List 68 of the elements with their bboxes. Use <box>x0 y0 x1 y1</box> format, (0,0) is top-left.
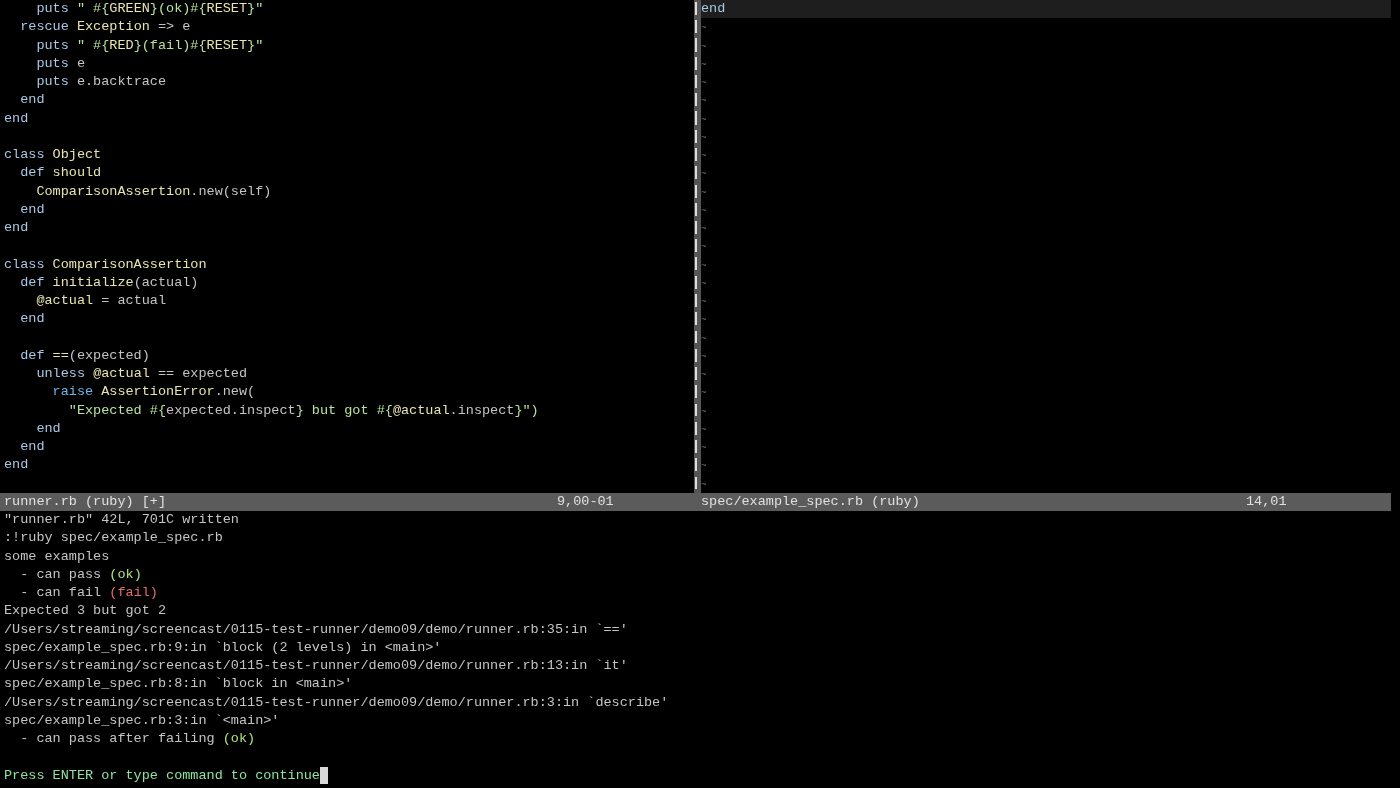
empty-line-marker: ~ <box>701 443 707 453</box>
empty-line-marker: ~ <box>701 132 707 143</box>
code-line: end <box>4 110 29 126</box>
code-line: end <box>19 439 45 454</box>
code-line: puts e <box>35 55 86 71</box>
status-filename: spec/example_spec.rb (ruby) <box>701 492 921 511</box>
code-line: "Expected #{expected.inspect} but got #{@actual.inspect}") <box>67 402 539 418</box>
empty-line-marker: ~ <box>701 315 707 326</box>
code-line: puts e.backtrace <box>35 74 167 89</box>
code-line: puts " #{GREEN}(ok)#{RESET}" <box>35 1 264 16</box>
code-line: raise AssertionError.new( <box>51 384 256 400</box>
empty-line-marker: ~ <box>701 333 707 344</box>
code-line: def ==(expected) <box>19 347 150 363</box>
empty-line-marker: ~ <box>701 151 707 161</box>
code-line: def should <box>19 165 102 181</box>
cursor-position: 9,00-01 <box>557 492 614 511</box>
output-line: /Users/streaming/screencast/0115-test-runner/demo09/demo/runner.rb:3:in `describe' <box>4 694 669 710</box>
empty-line-marker: ~ <box>701 78 707 88</box>
code-line: def initialize(actual) <box>19 274 199 290</box>
empty-line-marker: ~ <box>701 479 707 490</box>
code-line: puts " #{RED}(fail)#{RESET}" <box>35 37 264 53</box>
code-line: end <box>701 1 726 16</box>
code-line: class ComparisonAssertion <box>4 256 207 272</box>
output-line: /Users/streaming/screencast/0115-test-runner/demo09/demo/runner.rb:13:in `it' <box>4 658 628 673</box>
empty-line-marker: ~ <box>701 59 707 70</box>
code-line: end <box>19 311 45 327</box>
output-line: spec/example_spec.rb:3:in `<main>' <box>4 712 280 728</box>
empty-line-marker: ~ <box>701 23 707 34</box>
empty-line-marker: ~ <box>701 41 707 52</box>
empty-line-marker: ~ <box>701 424 707 435</box>
output-line: /Users/streaming/screencast/0115-test-runner/demo09/demo/runner.rb:35:in `==' <box>4 621 628 637</box>
empty-line-marker: ~ <box>701 406 707 417</box>
code-line: class Object <box>4 147 102 162</box>
empty-line-marker: ~ <box>701 242 707 253</box>
empty-line-marker: ~ <box>701 351 707 362</box>
code-line: rescue Exception => e <box>19 19 191 35</box>
output-line: :!ruby spec/example_spec.rb <box>4 530 223 546</box>
empty-line-marker: ~ <box>701 224 707 234</box>
continue-prompt: Press ENTER or type command to continue <box>4 767 320 783</box>
code-line: end <box>35 420 61 436</box>
code-line: end <box>19 92 45 108</box>
code-line: @actual = actual <box>35 293 167 308</box>
code-line: ComparisonAssertion.new(self) <box>35 183 272 199</box>
output-line: Expected 3 but got 2 <box>4 603 167 619</box>
empty-line-marker: ~ <box>701 260 707 271</box>
status-filename: runner.rb (ruby) [+] <box>4 492 168 511</box>
code-line: end <box>19 201 45 217</box>
empty-line-marker: ~ <box>701 297 707 307</box>
empty-line-marker: ~ <box>701 278 707 289</box>
empty-line-marker: ~ <box>701 114 707 125</box>
code-line: end <box>4 220 29 235</box>
empty-line-marker: ~ <box>701 205 707 216</box>
output-line: spec/example_spec.rb:9:in `block (2 levels) in <main>' <box>4 639 442 655</box>
output-line: spec/example_spec.rb:8:in `block in <main>' <box>4 676 353 692</box>
empty-line-marker: ~ <box>701 96 707 107</box>
empty-line-marker: ~ <box>701 461 707 472</box>
empty-line-marker: ~ <box>701 388 707 399</box>
output-line: some examples <box>4 548 110 564</box>
empty-line-marker: ~ <box>701 370 707 380</box>
empty-line-marker: ~ <box>701 187 707 198</box>
empty-line-marker: ~ <box>701 169 707 180</box>
code-line: end <box>4 457 29 473</box>
output-line: - can fail (fail) <box>19 585 158 600</box>
output-line: - can pass (ok) <box>19 566 142 582</box>
code-line: unless @actual == expected <box>35 366 248 381</box>
cursor-position: 14,01 <box>1246 492 1287 511</box>
output-line: "runner.rb" 42L, 701C written <box>4 512 239 527</box>
output-line: - can pass after failing (ok) <box>19 731 256 746</box>
